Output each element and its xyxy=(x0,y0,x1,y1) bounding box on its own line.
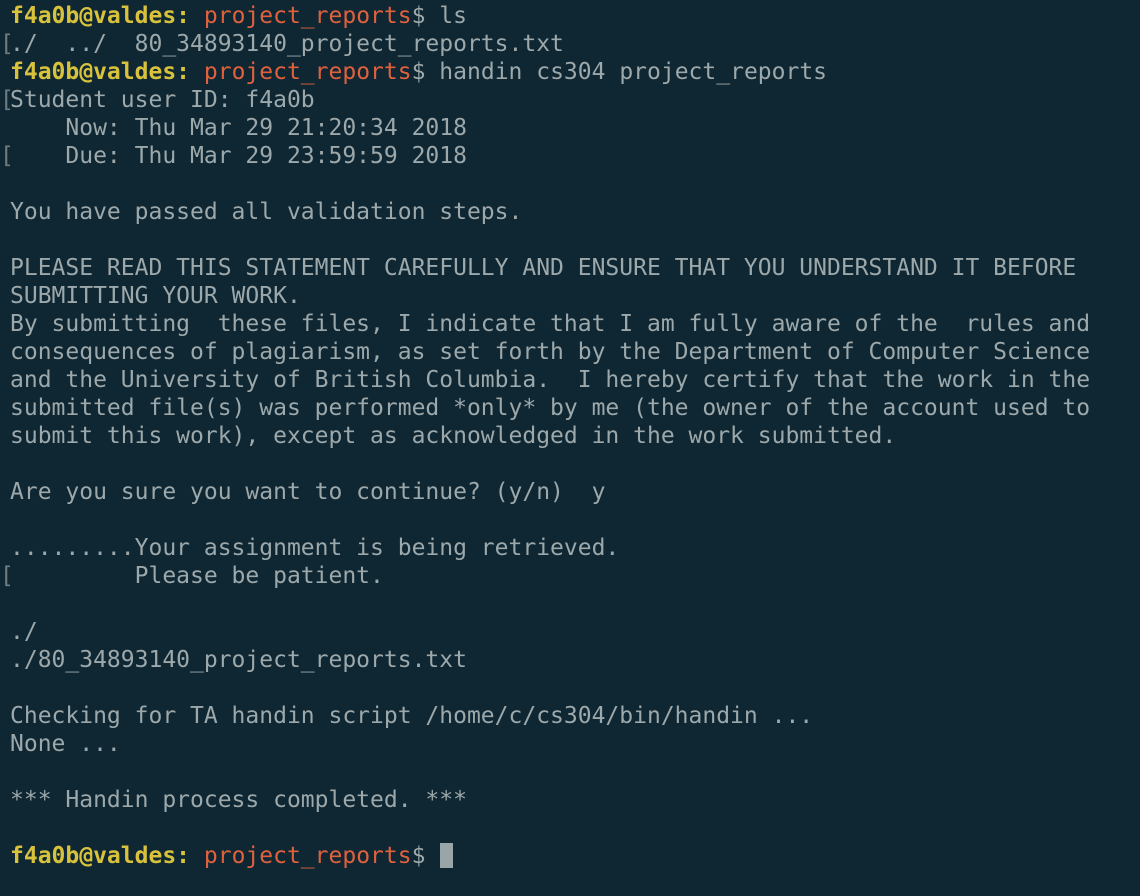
output-line: None ... xyxy=(0,730,1140,758)
output-line: ./80_34893140_project_reports.txt xyxy=(0,646,1140,674)
command-text[interactable]: ls xyxy=(425,3,467,29)
prompt-user-host: f4a0b@valdes: xyxy=(10,3,191,29)
output-line: consequences of plagiarism, as set forth… xyxy=(0,338,1140,366)
output-text: Checking for TA handin script /home/c/cs… xyxy=(10,703,814,729)
output-text: You have passed all validation steps. xyxy=(10,199,523,225)
output-text: Please be patient. xyxy=(10,563,384,589)
output-text: ./ xyxy=(10,619,38,645)
output-text: ./ ../ 80_34893140_project_reports.txt xyxy=(10,31,564,57)
prompt-line: f4a0b@valdes: project_reports$ xyxy=(0,842,1140,870)
output-text: ./80_34893140_project_reports.txt xyxy=(10,647,467,673)
prompt-user-host: f4a0b@valdes: xyxy=(10,843,191,869)
output-line: and the University of British Columbia. … xyxy=(0,366,1140,394)
output-text: PLEASE READ THIS STATEMENT CAREFULLY AND… xyxy=(10,255,1077,281)
output-line: [Student user ID: f4a0b xyxy=(0,86,1140,114)
output-line: .........Your assignment is being retrie… xyxy=(0,534,1140,562)
output-line: PLEASE READ THIS STATEMENT CAREFULLY AND… xyxy=(0,254,1140,282)
prompt-cwd: project_reports xyxy=(203,843,412,869)
line-gutter-mark: [ xyxy=(0,87,14,113)
line-gutter-mark: [ xyxy=(0,31,14,57)
prompt-cwd: project_reports xyxy=(203,3,412,29)
output-text: and the University of British Columbia. … xyxy=(10,367,1091,393)
output-text: submit this work), except as acknowledge… xyxy=(10,423,897,449)
text-cursor[interactable] xyxy=(440,843,454,868)
line-gutter-mark: [ xyxy=(0,143,14,169)
output-line: submitted file(s) was performed *only* b… xyxy=(0,394,1140,422)
prompt-cwd: project_reports xyxy=(203,59,412,85)
output-line: [ Due: Thu Mar 29 23:59:59 2018 xyxy=(0,142,1140,170)
output-line: Are you sure you want to continue? (y/n)… xyxy=(0,478,1140,506)
output-line: Checking for TA handin script /home/c/cs… xyxy=(0,702,1140,730)
prompt-symbol: $ xyxy=(411,843,426,869)
output-text: By submitting these files, I indicate th… xyxy=(10,311,1091,337)
command-text[interactable] xyxy=(425,843,439,869)
output-text: Due: Thu Mar 29 23:59:59 2018 xyxy=(10,143,467,169)
prompt-line: f4a0b@valdes: project_reports$ ls xyxy=(0,2,1140,30)
output-line: ./ xyxy=(0,618,1140,646)
output-text: Now: Thu Mar 29 21:20:34 2018 xyxy=(10,115,467,141)
output-text: consequences of plagiarism, as set forth… xyxy=(10,339,1091,365)
command-text[interactable]: handin cs304 project_reports xyxy=(425,59,827,85)
prompt-symbol: $ xyxy=(411,59,426,85)
output-text: None ... xyxy=(10,731,121,757)
output-text: submitted file(s) was performed *only* b… xyxy=(10,395,1091,421)
output-line: *** Handin process completed. *** xyxy=(0,786,1140,814)
output-line: submit this work), except as acknowledge… xyxy=(0,422,1140,450)
line-gutter-mark: [ xyxy=(0,563,14,589)
output-line: [./ ../ 80_34893140_project_reports.txt xyxy=(0,30,1140,58)
prompt-line: f4a0b@valdes: project_reports$ handin cs… xyxy=(0,58,1140,86)
output-text: .........Your assignment is being retrie… xyxy=(10,535,620,561)
output-text: SUBMITTING YOUR WORK. xyxy=(10,283,301,309)
output-text: Are you sure you want to continue? (y/n)… xyxy=(10,479,606,505)
output-line: By submitting these files, I indicate th… xyxy=(0,310,1140,338)
output-line: [ Please be patient. xyxy=(0,562,1140,590)
prompt-user-host: f4a0b@valdes: xyxy=(10,59,191,85)
output-text: *** Handin process completed. *** xyxy=(10,787,467,813)
output-line: Now: Thu Mar 29 21:20:34 2018 xyxy=(0,114,1140,142)
output-line: You have passed all validation steps. xyxy=(0,198,1140,226)
terminal-window[interactable]: f4a0b@valdes: project_reports$ ls[./ ../… xyxy=(0,0,1140,896)
prompt-symbol: $ xyxy=(411,3,426,29)
output-line: SUBMITTING YOUR WORK. xyxy=(0,282,1140,310)
output-text: Student user ID: f4a0b xyxy=(10,87,315,113)
